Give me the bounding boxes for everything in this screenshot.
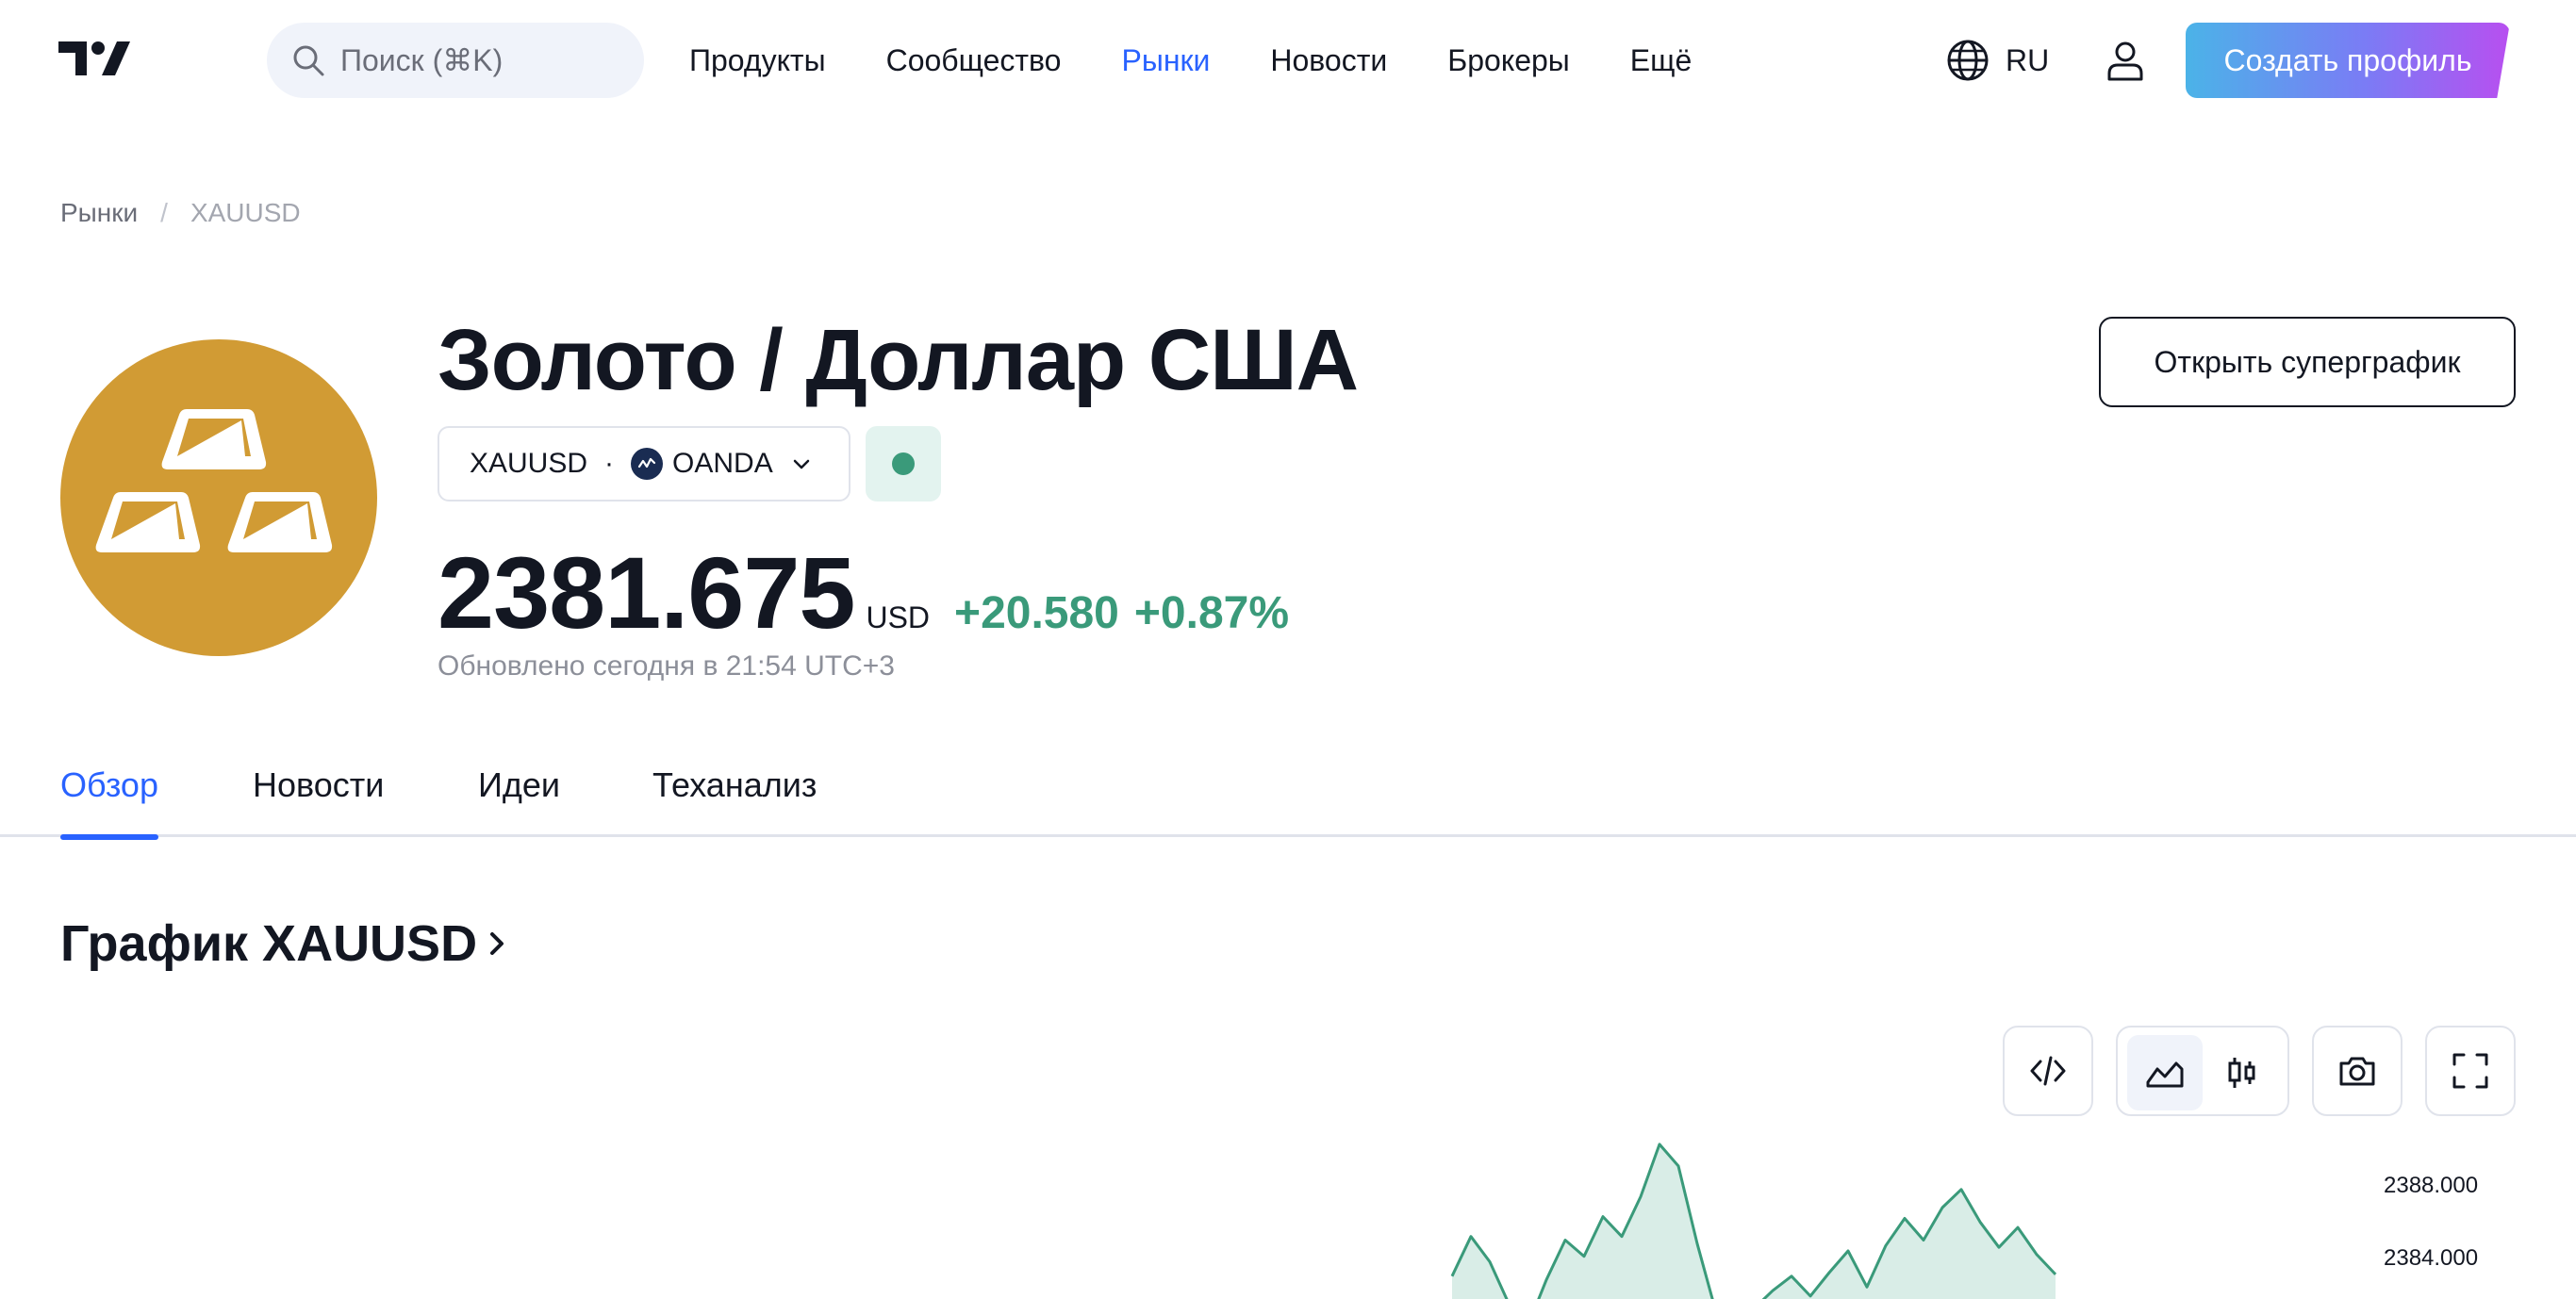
price-change-percent: +0.87% [1133,588,1290,638]
search-icon [293,45,324,76]
tab-news[interactable]: Новости [253,765,384,837]
oanda-icon [631,448,664,480]
breadcrumb-current: XAUUSD [190,198,301,227]
language-selector[interactable]: RU [1945,36,2049,85]
open-superchart-button[interactable]: Открыть суперграфик [2099,317,2516,407]
price-currency: USD [866,600,931,634]
nav-item-more[interactable]: Ещё [1630,43,1692,78]
separator-dot: · [604,448,615,479]
chart-type-toggle [2116,1026,2289,1116]
user-icon[interactable] [2103,38,2148,83]
price-chart[interactable]: 2388.000 2384.000 [0,1141,2576,1299]
fullscreen-button[interactable] [2425,1026,2516,1116]
y-axis-tick-label: 2388.000 [2384,1173,2479,1198]
nav-item-community[interactable]: Сообщество [886,43,1062,78]
chart-area-fill [1452,1143,2056,1299]
nav-item-brokers[interactable]: Брокеры [1447,43,1570,78]
tab-overview[interactable]: Обзор [60,765,158,840]
globe-icon [1947,40,1989,81]
area-chart-button[interactable] [2127,1035,2203,1110]
y-axis-tick-label: 2384.000 [2384,1244,2479,1271]
chart-title-text: График XAUUSD [60,915,478,972]
nav-item-products[interactable]: Продукты [689,43,826,78]
symbol-tabs: Обзор Новости Идеи Теханализ [0,765,2576,840]
ticker-label: XAUUSD [470,448,588,479]
nav-item-news[interactable]: Новости [1270,43,1387,78]
last-price: 2381.675 [438,535,855,650]
chevron-down-icon [793,459,809,469]
main-nav: Продукты Сообщество Рынки Новости Брокер… [689,0,1752,121]
breadcrumb-markets-link[interactable]: Рынки [60,198,138,228]
exchange-selector[interactable]: XAUUSD · OANDA [438,426,850,502]
nav-item-markets[interactable]: Рынки [1121,43,1210,78]
embed-button[interactable] [2003,1026,2093,1116]
area-chart-icon [2146,1061,2184,1088]
tab-technicals[interactable]: Теханализ [652,765,817,837]
chevron-right-icon [490,932,504,955]
search-input[interactable] [340,42,623,78]
breadcrumb: Рынки / XAUUSD [60,198,301,228]
gold-bars-icon [95,409,333,552]
snapshot-button[interactable] [2312,1026,2403,1116]
gold-symbol-logo [60,339,377,656]
tab-ideas[interactable]: Идеи [478,765,560,837]
market-status-indicator[interactable] [866,426,941,502]
camera-icon [2339,1057,2375,1086]
market-open-dot [892,452,915,475]
candles-icon [2228,1058,2255,1088]
tradingview-logo[interactable] [58,40,130,77]
price-row: 2381.675 USD +20.580 +0.87% [438,534,1289,651]
candles-button[interactable] [2204,1035,2280,1110]
breadcrumb-separator: / [160,198,168,227]
price-change: +20.580 [954,588,1119,638]
search-bar[interactable] [267,23,644,98]
symbol-title: Золото / Доллар США [438,312,1359,408]
fullscreen-icon [2452,1053,2488,1089]
price-chart-svg [1450,1143,2057,1299]
embed-icon [2030,1056,2066,1086]
create-profile-button[interactable]: Создать профиль [2186,23,2510,98]
chart-section-title[interactable]: График XAUUSD [60,914,509,973]
broker-label: OANDA [672,448,773,479]
last-updated: Обновлено сегодня в 21:54 UTC+3 [438,650,895,682]
language-label: RU [2006,42,2050,77]
top-header: Продукты Сообщество Рынки Новости Брокер… [0,0,2576,121]
